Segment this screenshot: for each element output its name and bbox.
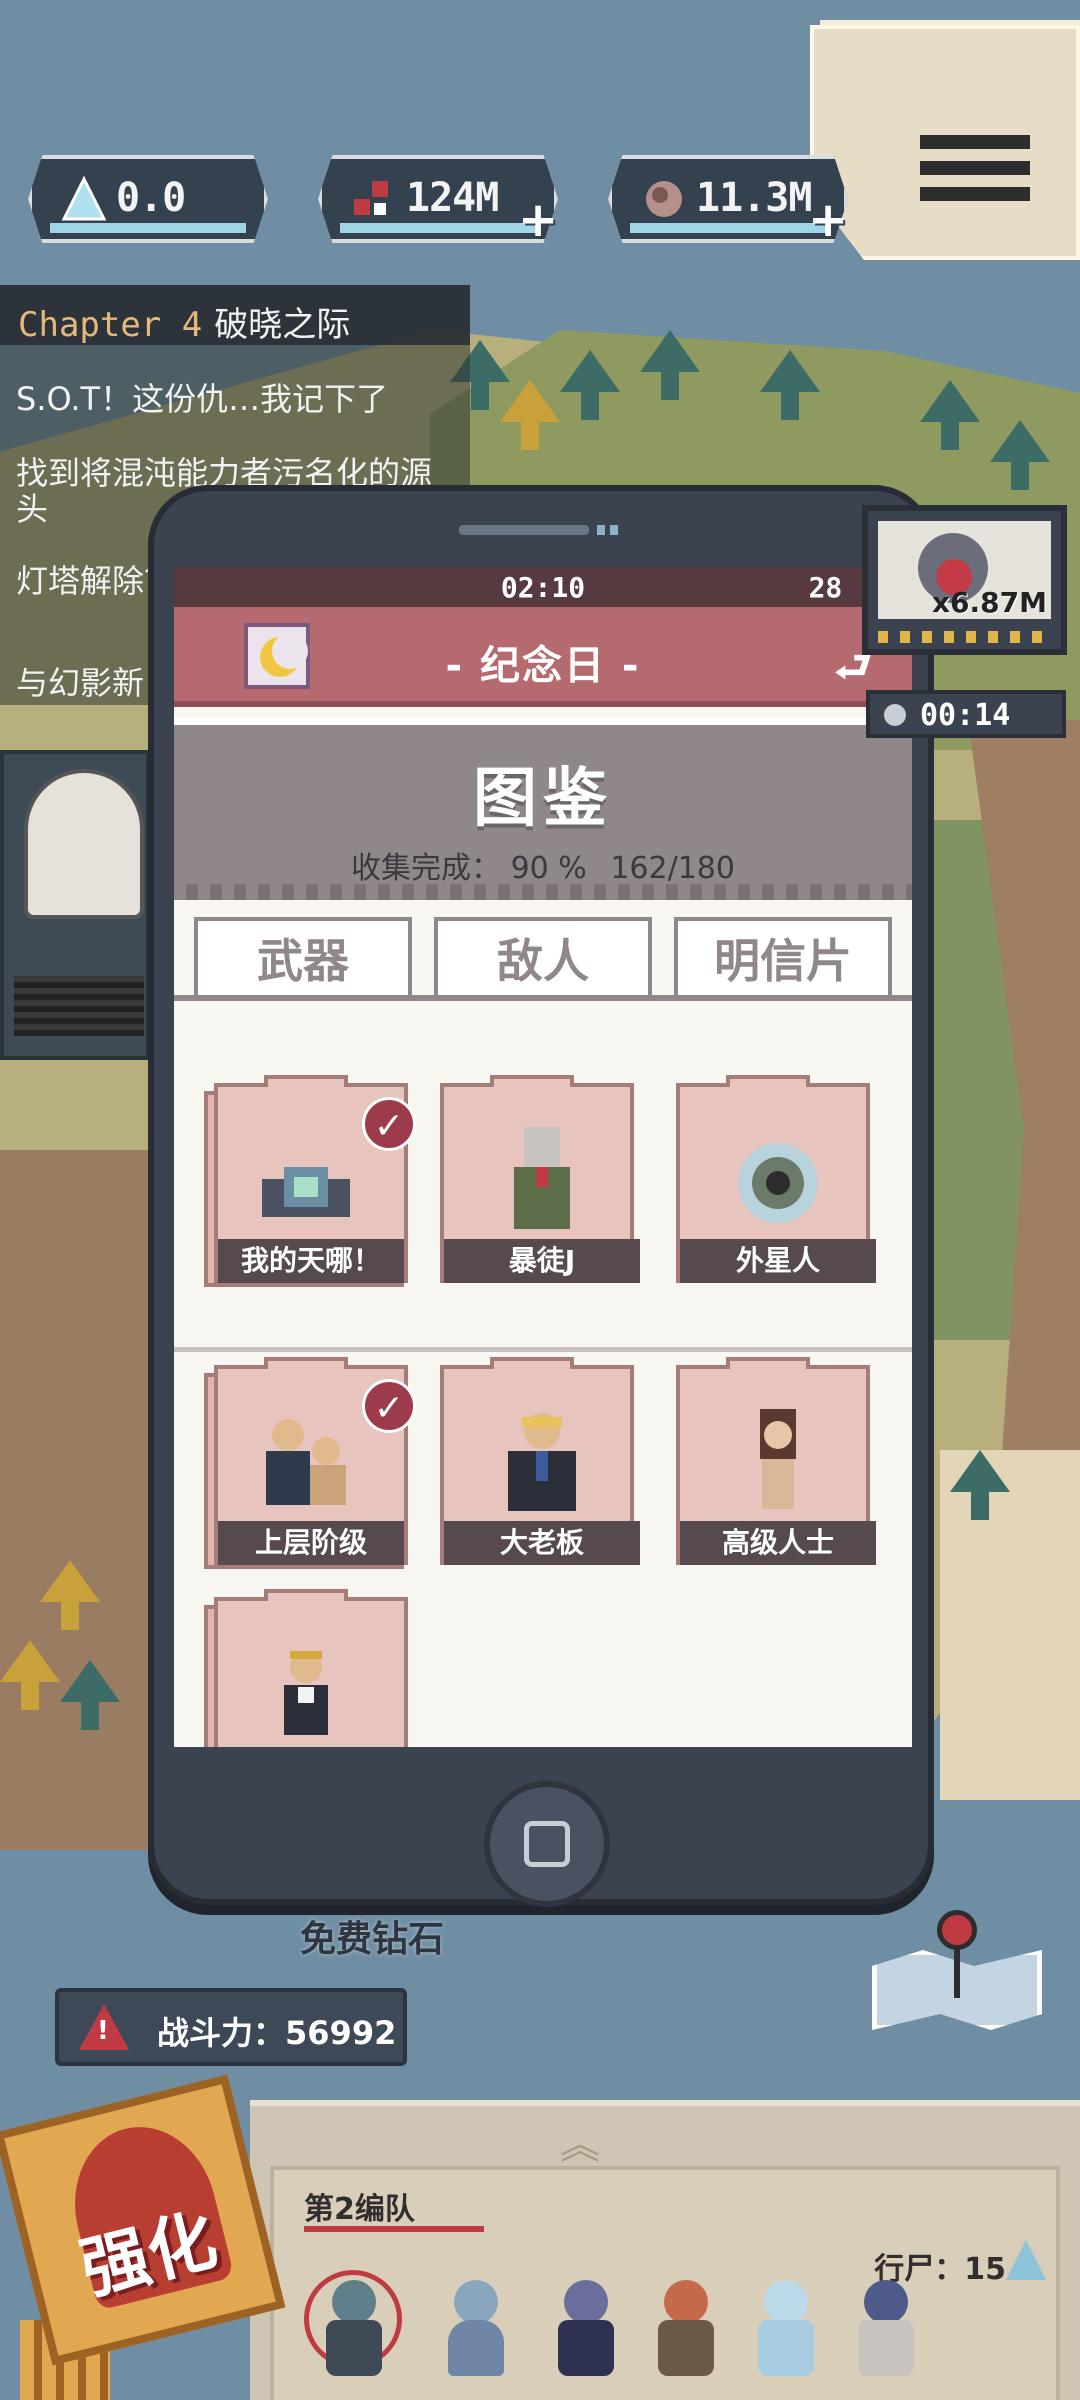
status-bar: 02:10 28 ? — [174, 567, 912, 607]
category-tabs: 武器 敌人 明信片 — [174, 907, 912, 1001]
station-vents — [14, 976, 144, 1036]
team-unit[interactable] — [434, 2280, 514, 2390]
home-square-icon — [524, 1821, 570, 1867]
space-station-building[interactable] — [0, 750, 150, 1060]
enemy-card[interactable]: 暴徒J — [440, 1075, 644, 1287]
add-gem-button[interactable]: + — [518, 196, 558, 244]
team-unit[interactable] — [312, 2280, 392, 2390]
combat-power-label: 战斗力： — [157, 2014, 286, 2052]
encyclopedia-header: 图鉴 收集完成： 90 % 162/180 — [174, 717, 912, 900]
card-label: 外星人 — [680, 1239, 876, 1283]
quest-line: S.O.T！这份仇…我记下了 — [16, 380, 389, 418]
team-unit[interactable] — [644, 2280, 724, 2390]
team-underline — [304, 2226, 484, 2232]
dirt-path-west — [0, 1150, 150, 1850]
elite-art-icon — [760, 1409, 796, 1509]
thug-art-icon — [514, 1127, 570, 1229]
tab-underline — [174, 995, 912, 1001]
header-edge — [174, 884, 912, 900]
boss-art-icon — [508, 1413, 576, 1511]
beach-sand — [940, 1450, 1080, 1800]
combat-power-badge: ! 战斗力：56992 — [55, 1988, 407, 2066]
phone-home-button[interactable] — [484, 1781, 610, 1907]
enemy-card[interactable]: 外星人 — [676, 1075, 880, 1287]
map-button[interactable] — [872, 1910, 1042, 2040]
progress-dots — [878, 631, 1051, 643]
phone-camera — [597, 525, 605, 535]
enemy-card[interactable]: 高级人士 — [676, 1357, 880, 1569]
page-title: 图鉴 — [473, 762, 613, 836]
card-label: 我的天哪！ — [218, 1239, 404, 1283]
card-label: 高级人士 — [680, 1521, 876, 1565]
team-unit[interactable] — [844, 2280, 924, 2390]
team-roster: 第2编队 行尸：15 — [270, 2166, 1060, 2400]
card-label: 暴徒J — [444, 1239, 640, 1283]
combat-power-value: 56992 — [285, 2014, 397, 2052]
enemy-card[interactable]: 大老板 — [440, 1357, 644, 1569]
add-ore-button[interactable]: + — [808, 196, 848, 244]
crystal-icon — [61, 175, 107, 221]
row-divider — [174, 1347, 912, 1352]
team-panel[interactable]: ︽ 第2编队 行尸：15 — [250, 2100, 1080, 2400]
chapter-number: Chapter 4 — [18, 305, 203, 345]
phone-speaker — [459, 525, 589, 535]
enemy-card[interactable]: 我的天哪！ ✓ — [204, 1075, 416, 1287]
app-title-bar: - 纪念日 - ⮐ — [174, 607, 912, 707]
team-name[interactable]: 第2编队 — [304, 2184, 415, 2228]
phone-screen: 02:10 28 ? - 纪念日 - ⮐ 图鉴 收集完成： 90 % 162/1… — [174, 567, 912, 1747]
quest-header: Chapter 4 破晓之际 — [0, 285, 470, 345]
collection-count: 162/180 — [610, 851, 735, 886]
phone-frame: 02:10 28 ? - 纪念日 - ⮐ 图鉴 收集完成： 90 % 162/1… — [148, 485, 934, 1907]
status-time: 02:10 — [500, 571, 586, 604]
boost-timer: 00:14 — [866, 690, 1066, 738]
resource-crystal[interactable]: 0.0 — [28, 155, 268, 243]
tab-weapons[interactable]: 武器 — [194, 917, 412, 1001]
checkmark-icon: ✓ — [362, 1379, 416, 1433]
enemy-card[interactable]: 富人 — [204, 1589, 408, 1747]
timer-value: 00:14 — [920, 698, 1011, 733]
collection-progress: 收集完成： 90 % 162/180 — [174, 843, 912, 887]
enemy-card[interactable]: 上层阶级 ✓ — [204, 1357, 416, 1569]
resource-bar — [630, 223, 826, 233]
ore-icon — [646, 181, 682, 217]
station-dome — [24, 769, 144, 919]
gem-icon — [354, 181, 388, 215]
menu-hamburger-icon[interactable] — [920, 135, 1030, 225]
crystal-icon — [1006, 2240, 1046, 2280]
chapter-name: 破晓之际 — [214, 305, 351, 345]
map-pin-icon — [937, 1910, 977, 1950]
zombie-count-value: 15 — [964, 2252, 1006, 2287]
resource-bar — [340, 223, 536, 233]
team-unit[interactable] — [744, 2280, 824, 2390]
crystal-value: 0.0 — [116, 175, 186, 221]
device-art-icon — [262, 1167, 350, 1217]
card-label: 上层阶级 — [218, 1521, 404, 1565]
checkmark-icon: ✓ — [362, 1097, 416, 1151]
rich-art-icon — [284, 1651, 328, 1735]
combat-power: 战斗力：56992 — [157, 2008, 396, 2054]
upper-class-art-icon — [266, 1419, 346, 1505]
chevron-up-icon[interactable]: ︽ — [560, 2112, 600, 2170]
resource-bar — [50, 223, 246, 233]
team-unit[interactable] — [544, 2280, 624, 2390]
tab-postcards[interactable]: 明信片 — [674, 917, 892, 1001]
free-diamonds-button[interactable]: 免费钻石 — [300, 1910, 444, 1962]
card-label: 大老板 — [444, 1521, 640, 1565]
alien-art-icon — [738, 1143, 818, 1223]
collection-label: 收集完成： — [351, 851, 502, 886]
collection-percent: 90 % — [510, 851, 587, 886]
tab-enemies[interactable]: 敌人 — [434, 917, 652, 1001]
clock-icon — [884, 704, 906, 726]
potion-boost-widget[interactable]: x6.87M — [862, 505, 1067, 655]
app-title: - 纪念日 - — [445, 643, 641, 689]
boost-multiplier: x6.87M — [931, 586, 1047, 619]
phone-camera — [610, 525, 618, 535]
